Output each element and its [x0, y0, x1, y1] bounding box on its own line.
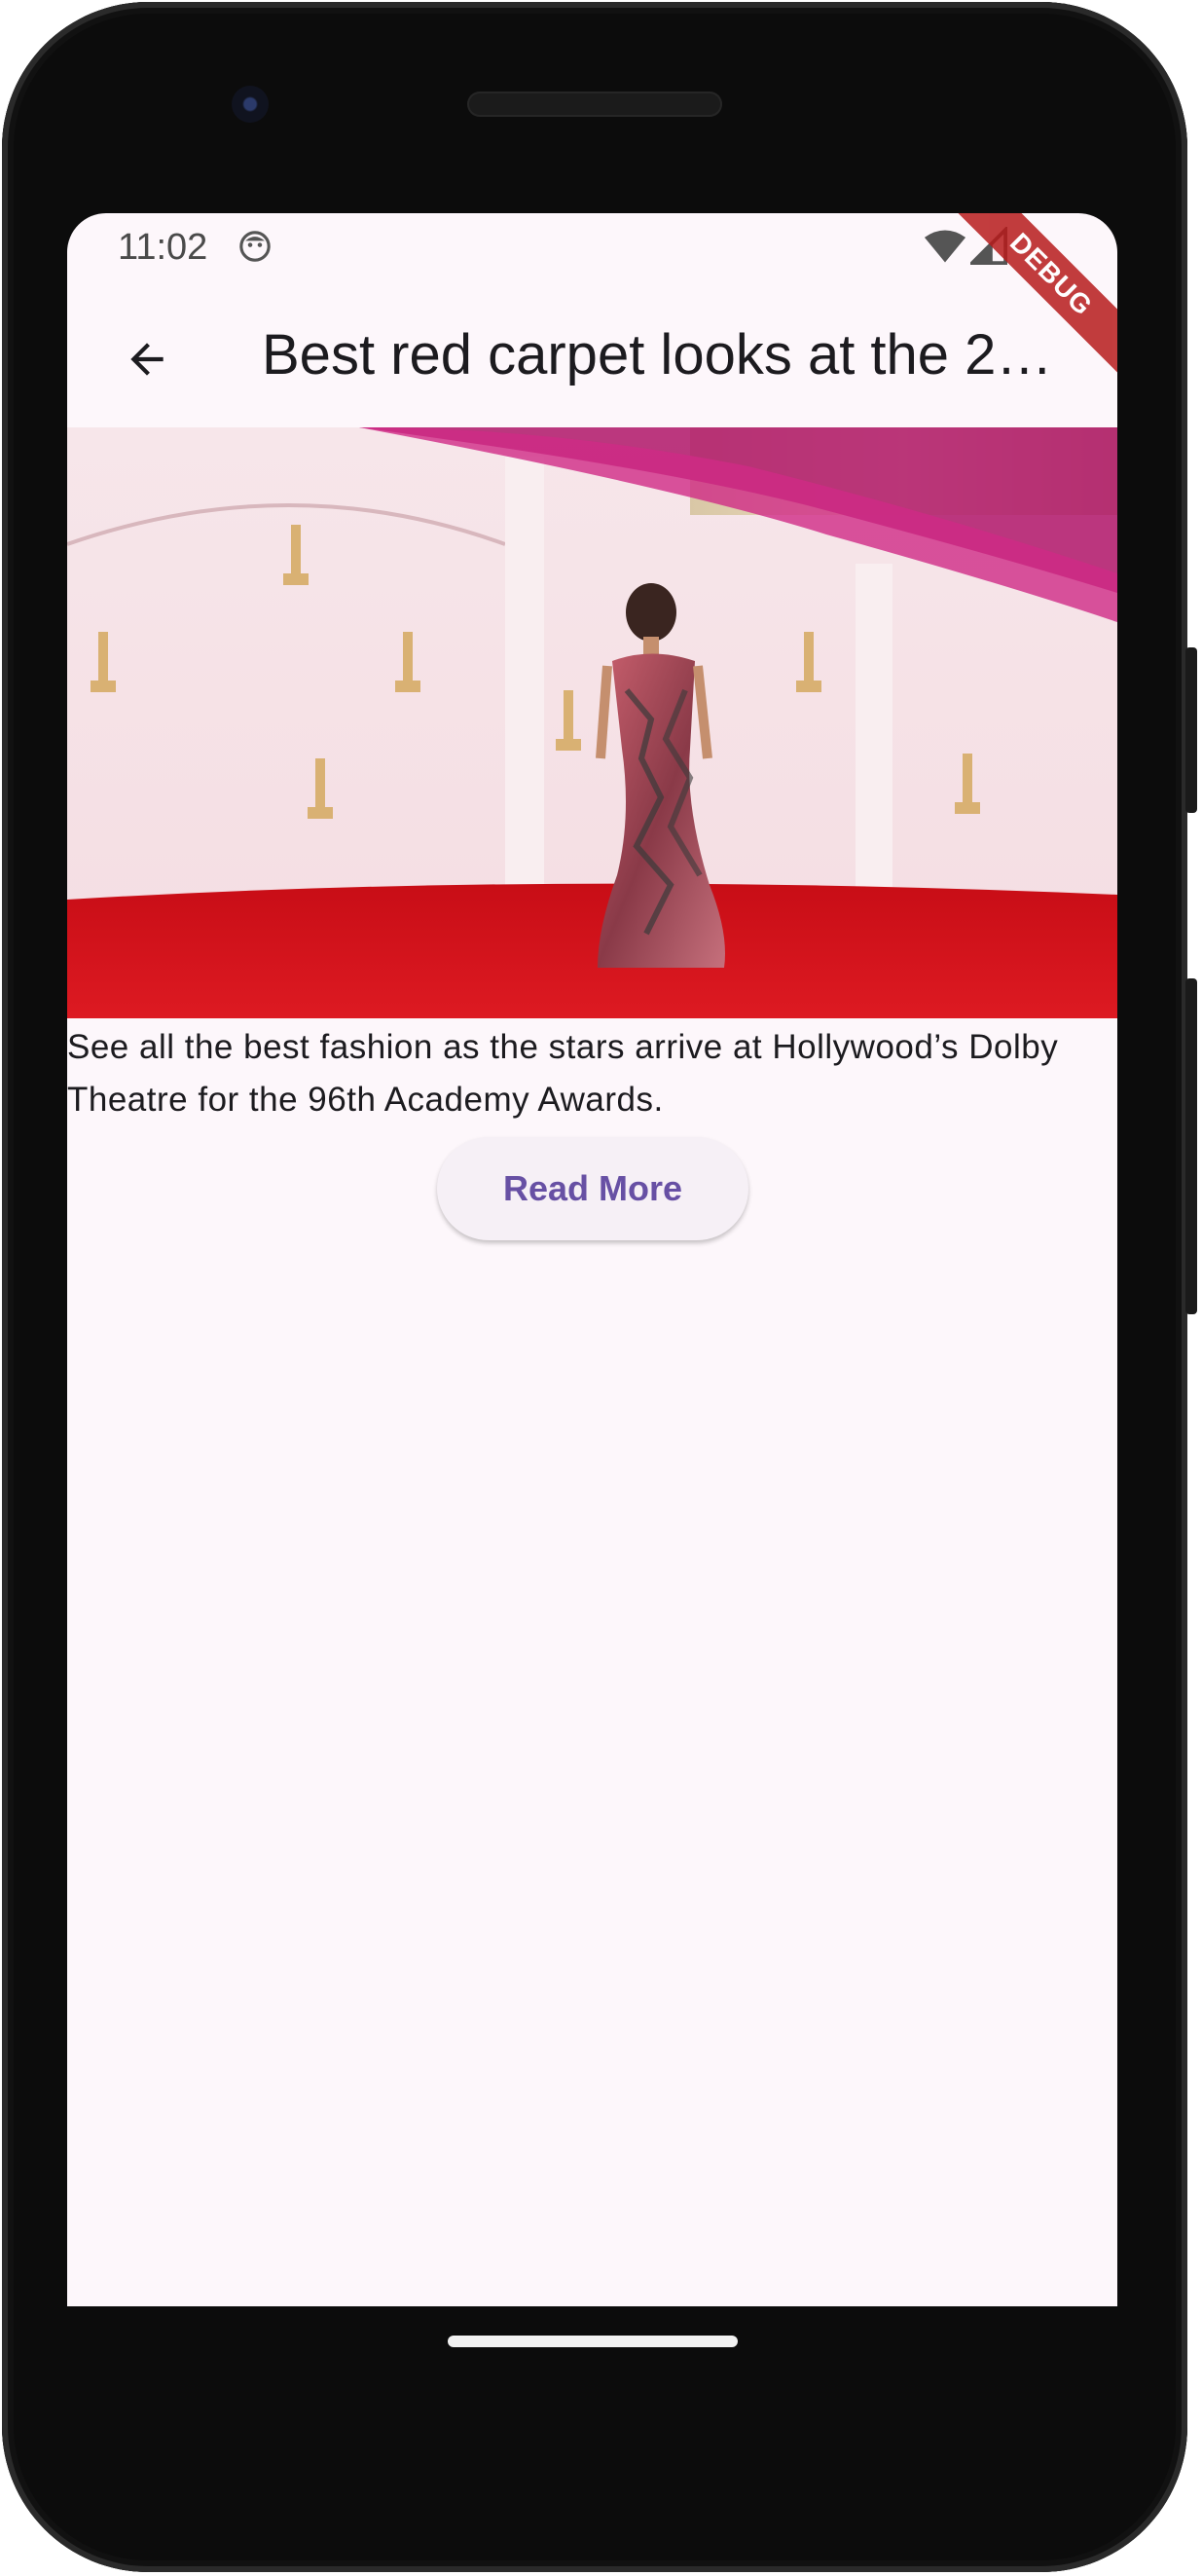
article-caption: See all the best fashion as the stars ar…	[67, 1028, 1059, 1119]
volume-button	[1185, 647, 1197, 813]
status-time: 11:02	[118, 227, 208, 268]
red-carpet-photo	[67, 427, 1117, 1018]
earpiece-speaker	[467, 92, 722, 117]
debug-notification-icon	[239, 231, 271, 262]
home-gesture-bar[interactable]	[448, 2336, 738, 2347]
read-more-button[interactable]: Read More	[437, 1137, 748, 1240]
page-title: Best red carpet looks at the 2…	[262, 323, 1053, 386]
wifi-icon	[924, 230, 966, 263]
app-screen: 11:02 DEBUG Best red carpet looks at the…	[67, 213, 1117, 2306]
back-button[interactable]	[100, 313, 194, 406]
front-camera	[232, 86, 269, 123]
article-image	[67, 427, 1117, 1018]
power-button	[1185, 978, 1197, 1314]
app-bar: Best red carpet looks at the 2…	[67, 291, 1117, 427]
arrow-back-icon	[130, 343, 164, 376]
status-bar: 11:02 DEBUG	[67, 213, 1117, 381]
